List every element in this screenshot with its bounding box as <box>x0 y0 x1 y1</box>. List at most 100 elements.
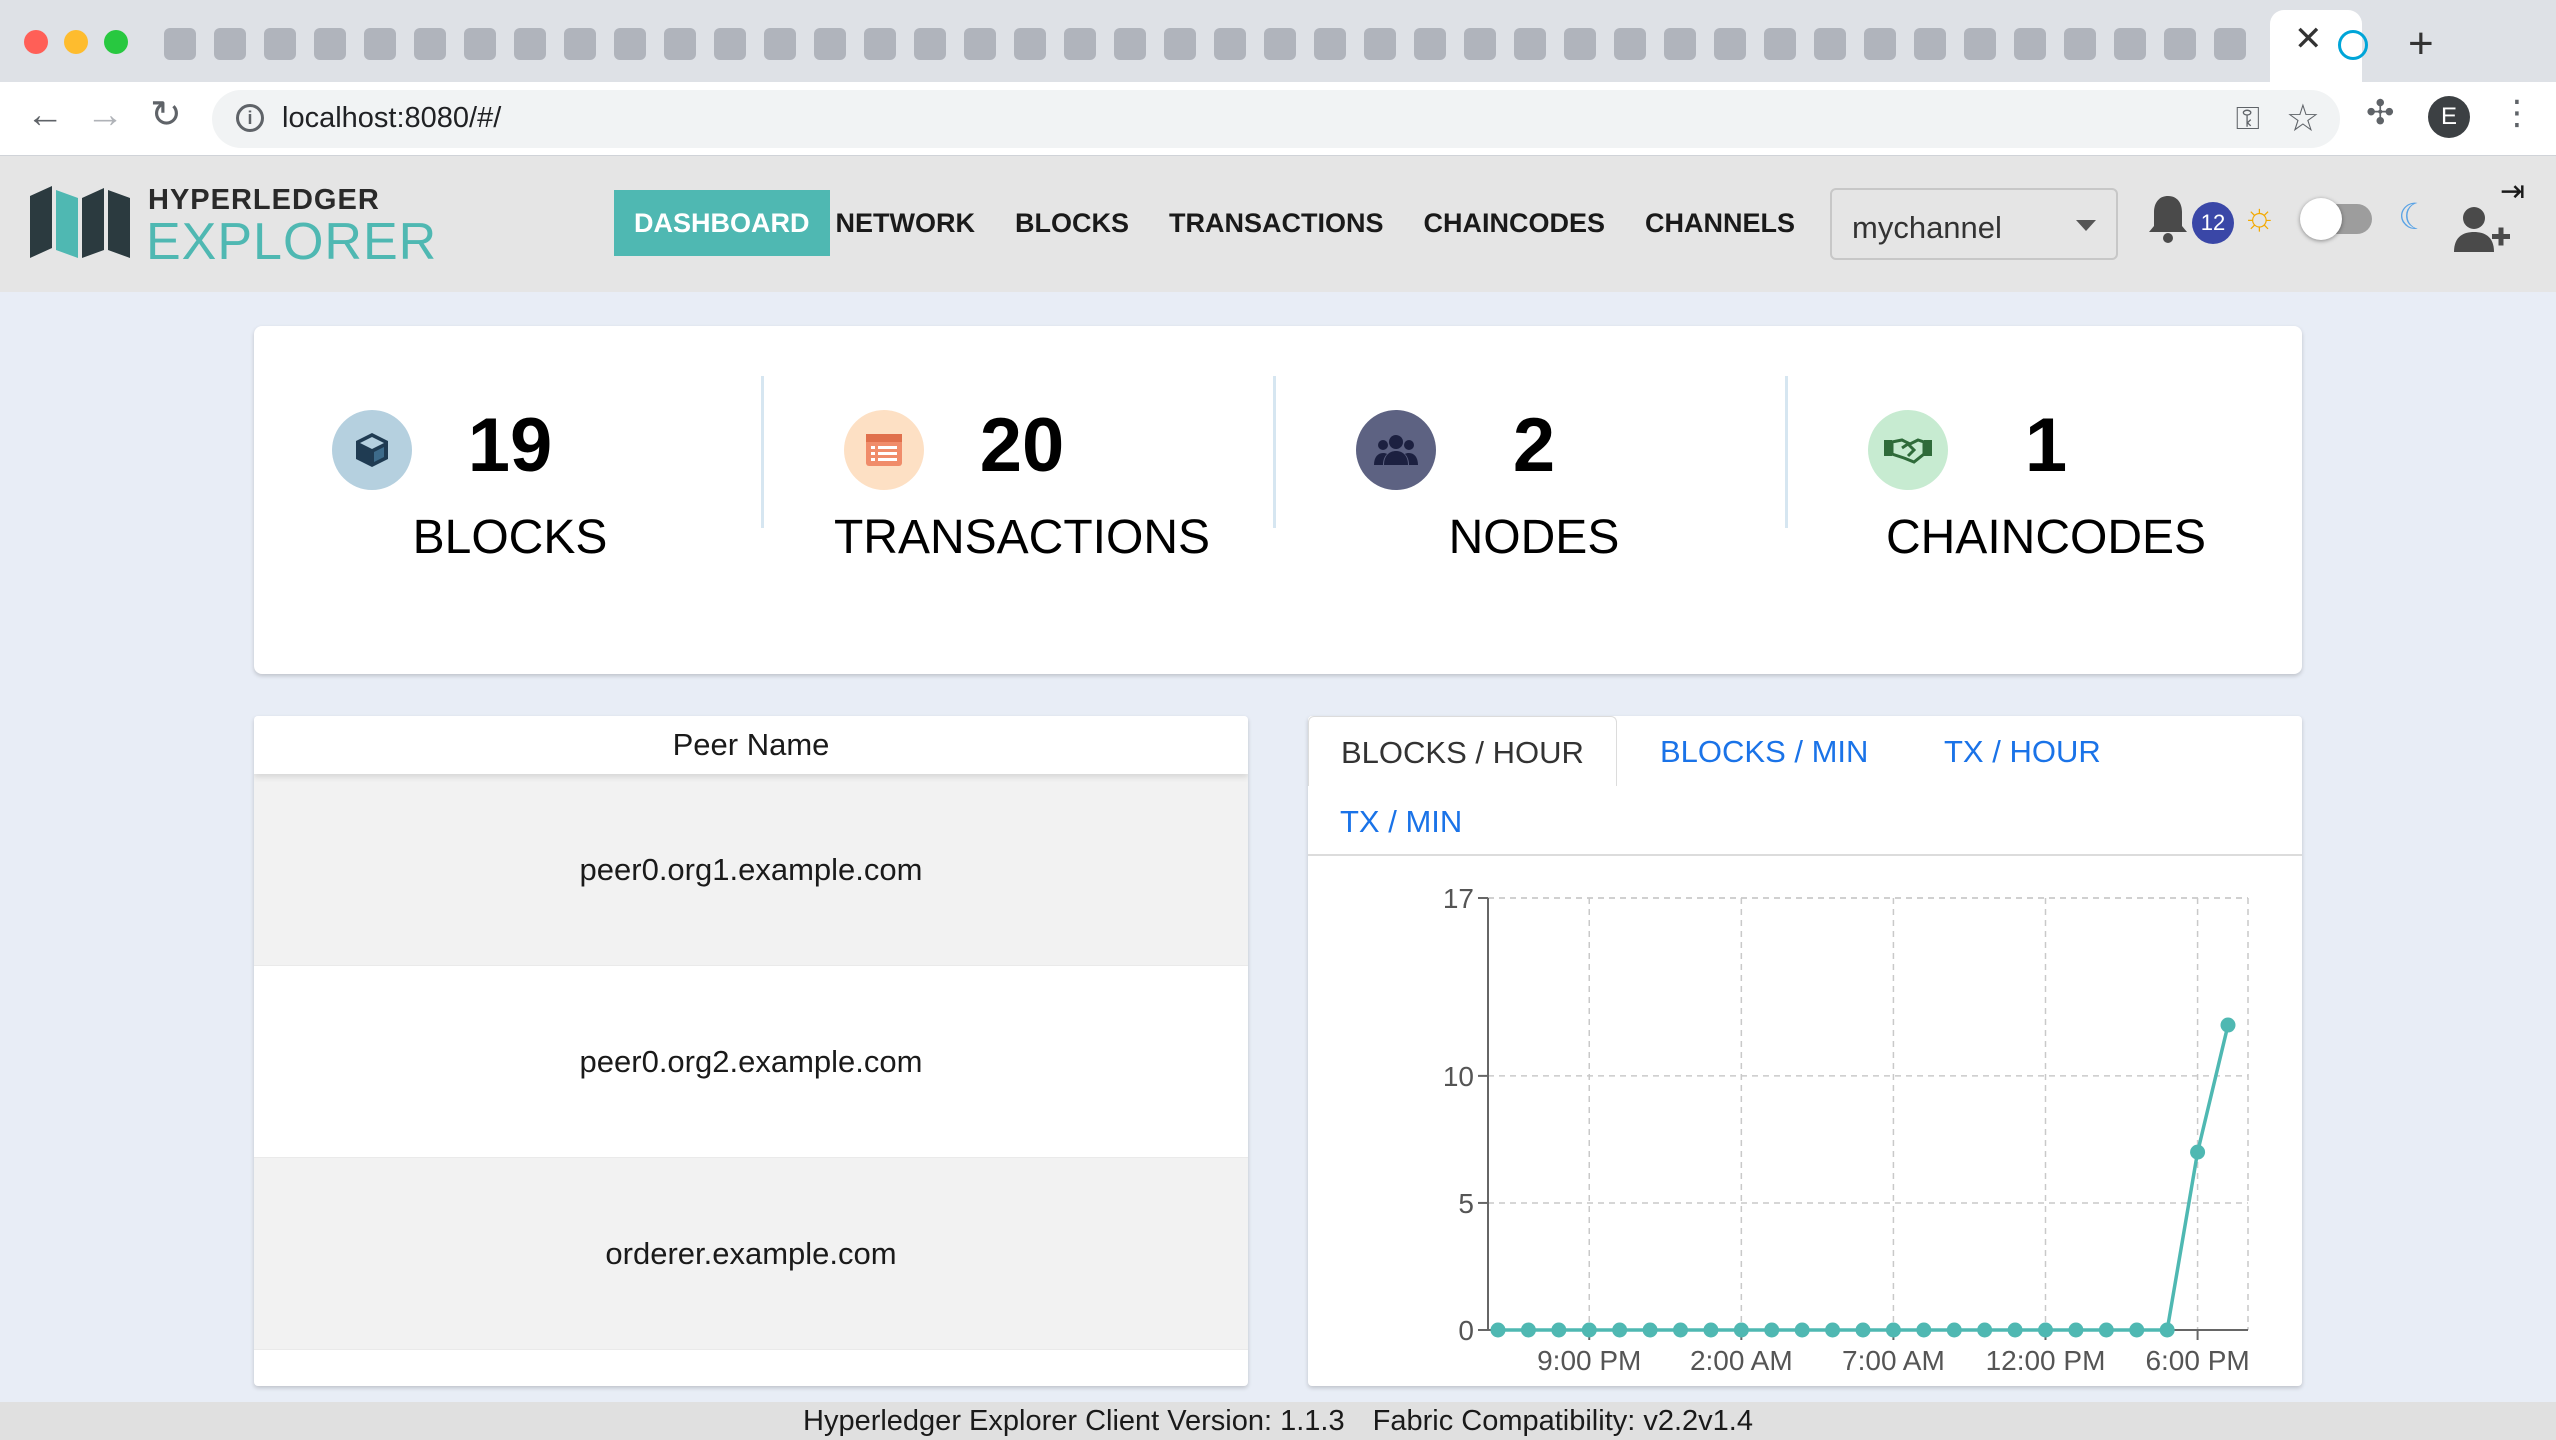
tab-favicon-icon[interactable] <box>714 28 746 60</box>
channel-select[interactable]: mychannel <box>1830 188 2118 260</box>
stat-label: BLOCKS <box>412 511 608 564</box>
bell-icon[interactable] <box>2148 192 2188 244</box>
tab-favicon-icon[interactable] <box>1864 28 1896 60</box>
tab-favicon-icon[interactable] <box>1564 28 1596 60</box>
tab-favicon-icon[interactable] <box>314 28 346 60</box>
tab-favicon-icon[interactable] <box>1814 28 1846 60</box>
tab-favicon-icon[interactable] <box>764 28 796 60</box>
back-button[interactable]: ← <box>26 96 64 134</box>
stat-label: NODES <box>1448 511 1620 564</box>
tab-favicon-icon[interactable] <box>864 28 896 60</box>
add-user-icon[interactable] <box>2452 204 2510 254</box>
tab-favicon-icon[interactable] <box>2114 28 2146 60</box>
tab-favicon-icon[interactable] <box>1664 28 1696 60</box>
browser-menu-icon[interactable]: ⋮ <box>2500 96 2534 130</box>
forward-button[interactable]: → <box>86 96 124 134</box>
chevron-down-icon <box>2076 220 2096 231</box>
data-point <box>2190 1144 2206 1160</box>
tab-favicon-icon[interactable] <box>1214 28 1246 60</box>
table-row: orderer.example.com <box>254 1158 1248 1350</box>
nav-dashboard[interactable]: DASHBOARD <box>614 190 830 256</box>
stat-blocks: 19 BLOCKS <box>254 326 766 674</box>
key-icon[interactable]: ⚿ <box>2236 100 2260 138</box>
tab-favicon-icon[interactable] <box>264 28 296 60</box>
tab-favicon-icon[interactable] <box>1764 28 1796 60</box>
notification-badge: 12 <box>2192 202 2234 244</box>
app-header: HYPERLEDGER EXPLORER DASHBOARD NETWORK B… <box>0 156 2556 292</box>
tab-favicon-icon[interactable] <box>1714 28 1746 60</box>
stat-value: 20 <box>979 403 1065 488</box>
tab-favicon-icon[interactable] <box>414 28 446 60</box>
stat-value: 1 <box>2024 403 2068 488</box>
table-row: peer0.org1.example.com <box>254 774 1248 966</box>
minimize-window-button[interactable] <box>64 30 88 54</box>
data-point <box>1642 1322 1658 1338</box>
data-point <box>1551 1322 1567 1338</box>
close-window-button[interactable] <box>24 30 48 54</box>
nav-chaincodes[interactable]: CHAINCODES <box>1403 190 1625 256</box>
x-tick-label: 12:00 PM <box>1986 1345 2106 1376</box>
nav-channels[interactable]: CHANNELS <box>1625 190 1815 256</box>
reload-button[interactable]: ↻ <box>150 96 182 134</box>
address-bar[interactable]: i localhost:8080/#/ ⚿ ☆ <box>212 90 2340 148</box>
tab-favicon-icon[interactable] <box>164 28 196 60</box>
stat-chaincodes: 1 CHAINCODES <box>1790 326 2302 674</box>
tab-tx-min[interactable]: TX / MIN <box>1340 804 1462 840</box>
tab-favicon-icon[interactable] <box>1264 28 1296 60</box>
series-line <box>1498 1024 2230 1332</box>
nav-blocks[interactable]: BLOCKS <box>995 190 1149 256</box>
tab-favicon-icon[interactable] <box>664 28 696 60</box>
bookmark-star-icon[interactable]: ☆ <box>2286 96 2320 141</box>
tab-favicon-icon[interactable] <box>1114 28 1146 60</box>
tab-favicon-icon[interactable] <box>514 28 546 60</box>
site-info-icon[interactable]: i <box>236 104 264 132</box>
tab-favicon-icon[interactable] <box>1414 28 1446 60</box>
hyperledger-logo-icon <box>30 186 130 258</box>
tab-favicon-icon[interactable] <box>914 28 946 60</box>
nav-network[interactable]: NETWORK <box>816 190 995 256</box>
chart-panel: BLOCKS / HOUR BLOCKS / MIN TX / HOUR TX … <box>1308 716 2302 1386</box>
data-point <box>1794 1322 1810 1338</box>
new-tab-button[interactable]: + <box>2408 22 2434 66</box>
tab-favicon-icon[interactable] <box>2064 28 2096 60</box>
peers-table-header[interactable]: Peer Name <box>254 716 1248 774</box>
tab-favicon-icon[interactable] <box>1964 28 1996 60</box>
tab-tx-hour[interactable]: TX / HOUR <box>1944 734 2101 770</box>
tab-favicon-icon[interactable] <box>1014 28 1046 60</box>
tab-favicon-icon[interactable] <box>1064 28 1096 60</box>
tab-favicon-icon[interactable] <box>1614 28 1646 60</box>
data-point <box>1733 1322 1749 1338</box>
tab-favicon-icon[interactable] <box>1464 28 1496 60</box>
profile-avatar[interactable]: E <box>2428 96 2470 138</box>
tab-favicon-icon[interactable] <box>214 28 246 60</box>
tab-favicon-icon[interactable] <box>564 28 596 60</box>
logo-text-bottom: EXPLORER <box>146 213 438 271</box>
tab-favicon-icon[interactable] <box>1514 28 1546 60</box>
tab-favicon-icon[interactable] <box>614 28 646 60</box>
data-point <box>2220 1017 2236 1033</box>
client-version-text: Hyperledger Explorer Client Version: 1.1… <box>803 1405 1345 1437</box>
tab-favicon-icon[interactable] <box>1914 28 1946 60</box>
nav-transactions[interactable]: TRANSACTIONS <box>1149 190 1404 256</box>
tab-favicon-icon[interactable] <box>814 28 846 60</box>
tab-favicon-icon[interactable] <box>1364 28 1396 60</box>
tab-favicon-icon[interactable] <box>464 28 496 60</box>
maximize-window-button[interactable] <box>104 30 128 54</box>
tab-blocks-min[interactable]: BLOCKS / MIN <box>1660 734 1868 770</box>
close-tab-icon[interactable]: ✕ <box>2294 22 2323 56</box>
tab-favicon-icon[interactable] <box>964 28 996 60</box>
theme-toggle-knob[interactable] <box>2300 198 2342 240</box>
tab-favicon-icon[interactable] <box>2164 28 2196 60</box>
tab-favicon-icon[interactable] <box>2214 28 2246 60</box>
blocks-per-hour-chart: 0 5 10 17 9:00 PM 2:00 AM 7:00 AM 12:00 PM 6:00 … <box>1443 883 2250 1376</box>
chart-tabs: BLOCKS / HOUR BLOCKS / MIN TX / HOUR TX … <box>1308 716 2302 856</box>
tab-favicon-icon[interactable] <box>1314 28 1346 60</box>
tab-favicon-icon[interactable] <box>1164 28 1196 60</box>
stat-transactions: 20 TRANSACTIONS <box>766 326 1278 674</box>
table-row: peer0.org2.example.com <box>254 966 1248 1158</box>
extensions-puzzle-icon[interactable]: ✣ <box>2366 96 2400 130</box>
tab-favicon-icon[interactable] <box>364 28 396 60</box>
x-tick-label: 6:00 PM <box>2145 1345 2249 1376</box>
tab-blocks-hour[interactable]: BLOCKS / HOUR <box>1308 716 1617 786</box>
tab-favicon-icon[interactable] <box>2014 28 2046 60</box>
